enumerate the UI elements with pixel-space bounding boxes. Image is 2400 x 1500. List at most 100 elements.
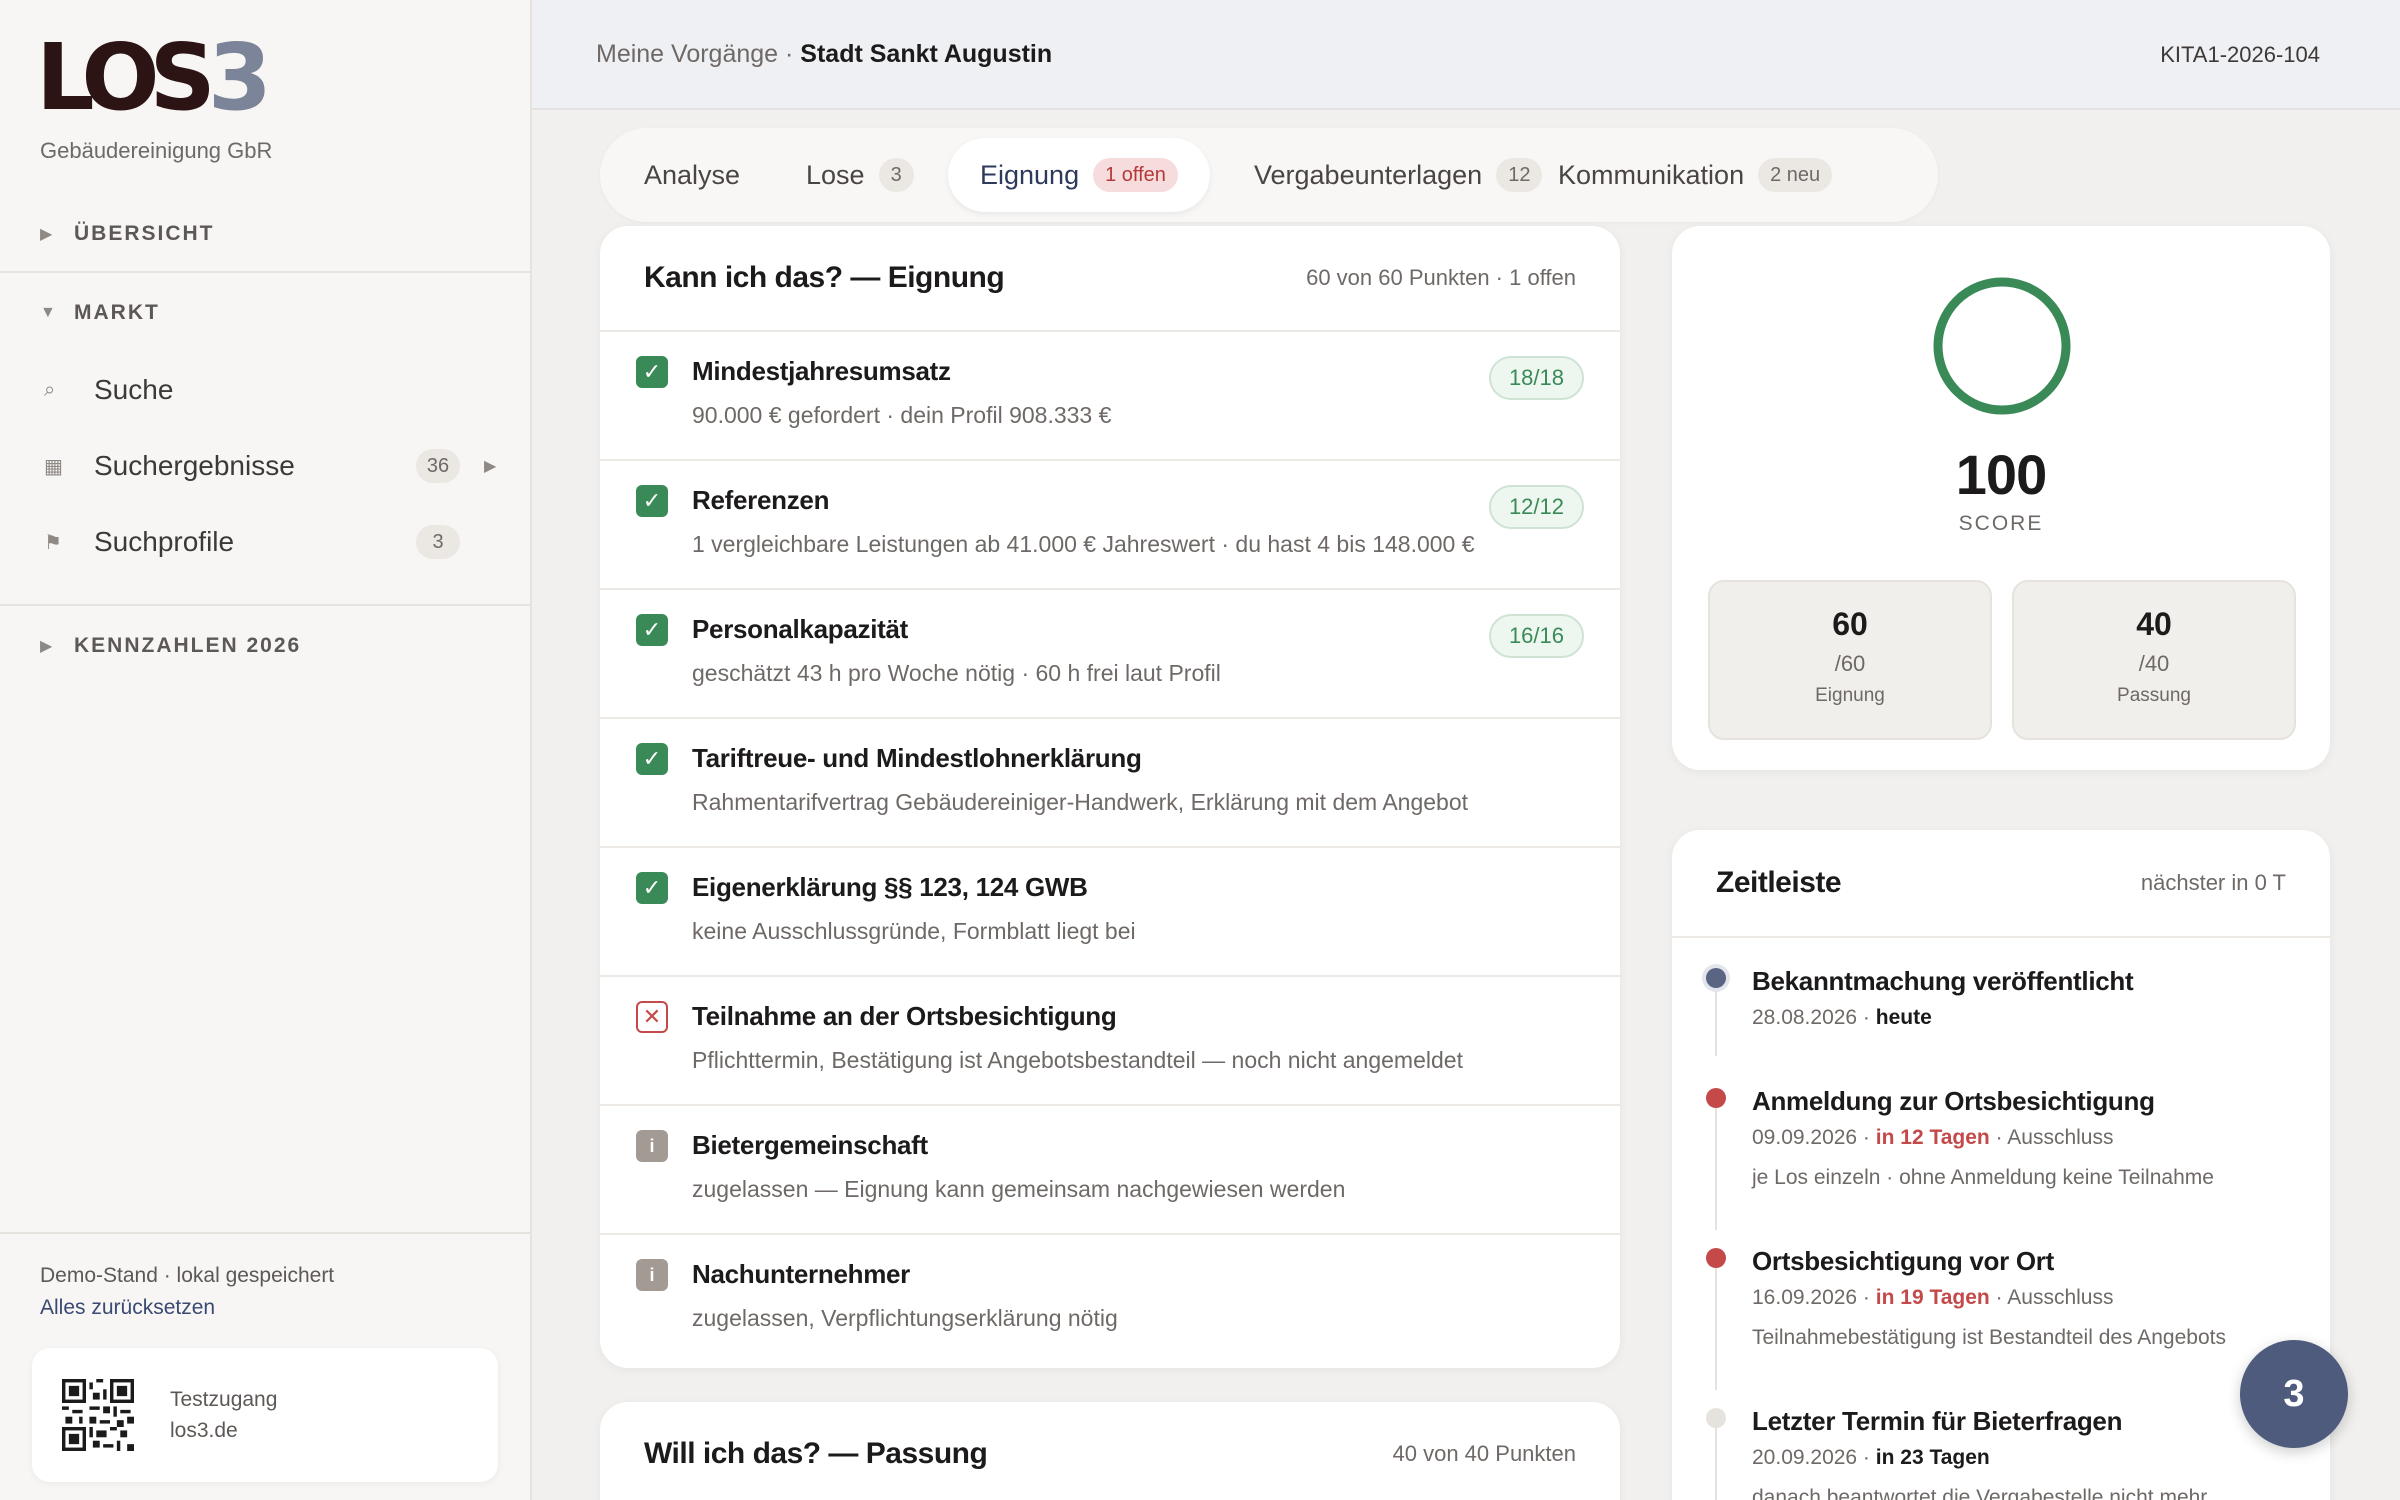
search-icon: ⌕ (44, 378, 56, 401)
check-icon: ✓ (636, 614, 668, 646)
card-meta: 60 von 60 Punkten · 1 offen (1306, 265, 1576, 290)
timeline-date: 16.09.2026 · in 19 Tagen · Ausschluss (1752, 1286, 2113, 1310)
score-ring-progress (1933, 277, 2071, 415)
card-title: Zeitleiste (1716, 866, 1842, 899)
count-badge: 3 (416, 525, 460, 559)
criterion-row[interactable]: ✕ Teilnahme an der Ortsbesichtigung Pfli… (600, 977, 1620, 1106)
criterion-score: 16/16 (1488, 614, 1584, 658)
logo: LOS 3 (36, 32, 272, 124)
tab-analyse[interactable]: Analyse (612, 138, 772, 212)
part-max: /40 (2138, 651, 2170, 676)
divider (0, 1232, 530, 1234)
date-text: 09.09.2026 · (1752, 1126, 1876, 1149)
tab-label: Analyse (644, 159, 741, 190)
criterion-title: Personalkapazität (692, 614, 908, 644)
qr-url: los3.de (170, 1419, 238, 1442)
check-icon: ✓ (636, 356, 668, 388)
logo-number: 3 (207, 24, 272, 131)
demo-status: Demo-Stand · lokal gespeichert (40, 1264, 335, 1287)
tab-badge: 3 (878, 158, 914, 192)
card-title: Will ich das? — Passung (644, 1437, 988, 1470)
criterion-row[interactable]: ✓ Tariftreue- und Mindestlohnerklärung R… (600, 719, 1620, 848)
reference-number: KITA1-2026-104 (2160, 42, 2320, 67)
breadcrumb: Meine Vorgänge · Stadt Sankt Augustin (596, 40, 1052, 69)
timeline-note: Teilnahmebestätigung ist Bestandteil des… (1752, 1326, 2226, 1349)
criterion-row[interactable]: ✓ Mindestjahresumsatz 90.000 € gefordert… (600, 332, 1620, 461)
criterion-title: Tariftreue- und Mindestlohnerklärung (692, 743, 1142, 773)
criterion-title: Teilnahme an der Ortsbesichtigung (692, 1001, 1117, 1031)
sidebar-item-suchprofile[interactable]: ⚑ Suchprofile 3 (44, 514, 496, 570)
check-icon: ✓ (636, 743, 668, 775)
sidebar-item-suchergebnisse[interactable]: ▦ Suchergebnisse 36 ▶ (44, 438, 496, 494)
criterion-detail: Rahmentarifvertrag Gebäudereiniger-Handw… (692, 789, 1469, 815)
eignung-header: Kann ich das? — Eignung 60 von 60 Punkte… (600, 226, 1620, 332)
timeline-dot (1706, 1408, 1726, 1428)
qr-code-icon (62, 1379, 134, 1451)
criterion-detail: zugelassen — Eignung kann gemeinsam nach… (692, 1176, 1346, 1202)
timeline-dot (1706, 968, 1726, 988)
date-text: 16.09.2026 · (1752, 1286, 1876, 1309)
criterion-title: Nachunternehmer (692, 1259, 910, 1289)
timeline-header: Zeitleiste nächster in 0 T (1672, 830, 2330, 938)
criterion-detail: Pflichttermin, Bestätigung ist Angebotsb… (692, 1047, 1463, 1073)
info-icon: i (636, 1259, 668, 1291)
tab-eignung[interactable]: Eignung 1 offen (948, 138, 1210, 212)
deadline-type: · Ausschluss (1989, 1126, 2114, 1149)
check-icon: ✓ (636, 872, 668, 904)
check-icon: ✓ (636, 485, 668, 517)
section-label: ÜBERSICHT (74, 222, 215, 245)
eignung-card: Kann ich das? — Eignung 60 von 60 Punkte… (600, 226, 1620, 1368)
section-kennzahlen[interactable]: ▶ KENNZAHLEN 2026 (40, 634, 301, 658)
criterion-row[interactable]: ✓ Eigenerklärung §§ 123, 124 GWB keine A… (600, 848, 1620, 977)
score-part-eignung: 60 /60 Eignung (1708, 580, 1992, 740)
divider (0, 604, 530, 606)
tab-lose[interactable]: Lose 3 (774, 138, 946, 212)
timeline-card: Zeitleiste nächster in 0 T Bekanntmachun… (1672, 830, 2330, 1500)
criterion-row[interactable]: i Nachunternehmer zugelassen, Verpflicht… (600, 1235, 1620, 1364)
card-meta: 40 von 40 Punkten (1392, 1441, 1576, 1466)
timeline-note: danach beantwortet die Vergabestelle nic… (1752, 1486, 2208, 1500)
qr-label: Testzugang (170, 1388, 278, 1411)
section-label: KENNZAHLEN 2026 (74, 634, 302, 657)
tab-vergabeunterlagen[interactable]: Vergabeunterlagen 12 (1222, 138, 1574, 212)
logo-text: LOS (36, 24, 216, 131)
section-markt[interactable]: ▼ MARKT (40, 301, 160, 325)
timeline-dot (1706, 1088, 1726, 1108)
criterion-detail: 90.000 € gefordert · dein Profil 908.333… (692, 402, 1112, 428)
passung-header: Will ich das? — Passung 40 von 40 Punkte… (600, 1402, 1620, 1500)
criterion-row[interactable]: ✓ Personalkapazität geschätzt 43 h pro W… (600, 590, 1620, 719)
criterion-row[interactable]: ✓ Referenzen 1 vergleichbare Leistungen … (600, 461, 1620, 590)
assistant-fab-button[interactable]: 3 (2240, 1340, 2348, 1448)
grid-icon: ▦ (44, 455, 63, 478)
tab-kommunikation[interactable]: Kommunikation 2 neu (1526, 138, 1864, 212)
sidebar-item-label: Suchprofile (94, 526, 235, 557)
date-text: 28.08.2026 · (1752, 1006, 1876, 1029)
sidebar-item-suche[interactable]: ⌕ Suche (44, 362, 496, 418)
date-text: 20.09.2026 · (1752, 1446, 1876, 1469)
tab-badge: 2 neu (1758, 158, 1833, 192)
cross-icon: ✕ (636, 1001, 668, 1033)
timeline-date: 20.09.2026 · in 23 Tagen (1752, 1446, 1990, 1470)
breadcrumb-parent[interactable]: Meine Vorgänge · (596, 40, 800, 68)
chevron-right-icon: ▶ (40, 226, 55, 243)
criterion-title: Eigenerklärung §§ 123, 124 GWB (692, 872, 1088, 902)
reset-link[interactable]: Alles zurücksetzen (40, 1296, 215, 1320)
score-label: SCORE (1958, 512, 2044, 535)
top-header: Meine Vorgänge · Stadt Sankt Augustin KI… (532, 0, 2400, 110)
tab-label: Lose (806, 159, 865, 190)
score-card: 100 SCORE 60 /60 Eignung 40 /40 Passung (1672, 226, 2330, 770)
relative-time: in 12 Tagen (1875, 1126, 1990, 1149)
timeline-connector (1715, 1426, 1717, 1500)
tab-label: Kommunikation (1558, 159, 1745, 190)
part-value: 40 (2136, 606, 2172, 642)
relative-time: in 19 Tagen (1875, 1286, 1990, 1309)
criterion-row[interactable]: i Bietergemeinschaft zugelassen — Eignun… (600, 1106, 1620, 1235)
timeline-connector (1715, 1266, 1717, 1390)
chevron-right-icon: ▶ (40, 638, 55, 655)
timeline-date: 28.08.2026 · heute (1752, 1006, 1932, 1030)
qr-card[interactable]: Testzugang los3.de (32, 1348, 498, 1482)
criterion-title: Referenzen (692, 485, 830, 515)
eignung-list: ✓ Mindestjahresumsatz 90.000 € gefordert… (600, 332, 1620, 1364)
criterion-detail: 1 vergleichbare Leistungen ab 41.000 € J… (692, 531, 1475, 557)
section-uebersicht[interactable]: ▶ ÜBERSICHT (40, 222, 215, 246)
